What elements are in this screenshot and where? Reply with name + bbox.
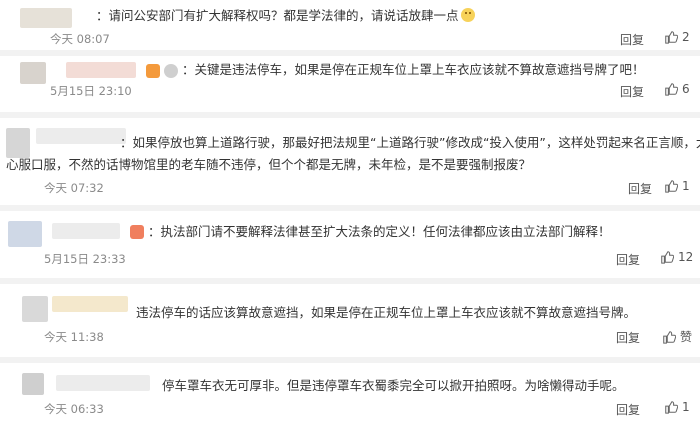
- medal-icon: [164, 64, 178, 78]
- comment-time: 今天 11:38: [44, 330, 104, 344]
- pen-icon: [146, 64, 160, 78]
- thumbs-up-icon: [663, 330, 676, 344]
- reply-button[interactable]: 回复: [620, 83, 644, 100]
- like-button[interactable]: 12: [660, 250, 693, 264]
- like-button[interactable]: 1: [664, 179, 690, 193]
- comment-text: ：如果停放也算上道路行驶，那最好把法规里“上道路行驶”修改成“投入使用”，这样处…: [120, 135, 700, 150]
- like-count: 1: [682, 179, 690, 193]
- comment-item: 停车罩车衣无可厚非。但是违停罩车衣蜀黍完全可以掀开拍照呀。为啥懒得动手呢。 今天…: [0, 363, 700, 423]
- like-count: 赞: [680, 330, 693, 344]
- comment-item: ：关键是违法停车，如果是停在正规车位上罩上车衣应该就不算故意遮挡号牌了吧！ 5月…: [0, 56, 700, 106]
- avatar[interactable]: [20, 62, 46, 84]
- avatar[interactable]: [20, 8, 72, 28]
- reply-button[interactable]: 回复: [616, 251, 640, 268]
- nickname: [52, 223, 120, 239]
- like-button[interactable]: 1: [664, 400, 690, 414]
- comment-time: 5月15日 23:33: [44, 252, 126, 266]
- like-count: 12: [678, 250, 694, 264]
- comment-text: ：关键是违法停车，如果是停在正规车位上罩上车衣应该就不算故意遮挡号牌了吧！: [182, 62, 645, 77]
- reply-button[interactable]: 回复: [616, 401, 640, 418]
- like-button[interactable]: 6: [664, 82, 690, 96]
- comment-time: 5月15日 23:10: [50, 84, 132, 98]
- pen-icon: [130, 225, 144, 239]
- thumbs-up-icon: [665, 401, 678, 414]
- reply-button[interactable]: 回复: [620, 31, 644, 48]
- comment-text: 停车罩车衣无可厚非。但是违停罩车衣蜀黍完全可以掀开拍照呀。为啥懒得动手呢。: [162, 378, 625, 393]
- comment-item: ：请问公安部门有扩大解释权吗？都是学法律的，请说话放肆一点 今天 08:07 回…: [0, 0, 700, 50]
- nickname: [36, 128, 126, 144]
- reply-button[interactable]: 回复: [628, 180, 652, 197]
- thumbs-up-icon: [661, 251, 674, 264]
- comment-item: ：执法部门请不要解释法律甚至扩大法条的定义！任何法律都应该由立法部门解释！ 5月…: [0, 211, 700, 271]
- avatar[interactable]: [22, 373, 44, 395]
- avatar[interactable]: [8, 221, 42, 247]
- like-count: 6: [682, 82, 690, 96]
- like-button[interactable]: 2: [664, 30, 690, 44]
- like-count: 1: [682, 400, 690, 414]
- comment-time: 今天 08:07: [50, 32, 110, 46]
- comment-time: 今天 06:33: [44, 402, 104, 416]
- like-button[interactable]: 赞: [662, 328, 692, 345]
- nickname: [56, 375, 150, 391]
- comment-time: 今天 07:32: [44, 181, 104, 195]
- smile-emoji-icon: [460, 8, 475, 22]
- comment-item: ：如果停放也算上道路行驶，那最好把法规里“上道路行驶”修改成“投入使用”，这样处…: [0, 118, 700, 198]
- comment-text: 心服口服，不然的话博物馆里的老车随不违停，但个个都是无牌，未年检，是不是要强制报…: [6, 157, 532, 172]
- comment-item: 违法停车的话应该算故意遮挡，如果是停在正规车位上罩上车衣应该就不算故意遮挡号牌。…: [0, 284, 700, 350]
- thumbs-up-icon: [665, 83, 678, 96]
- comment-text: 违法停车的话应该算故意遮挡，如果是停在正规车位上罩上车衣应该就不算故意遮挡号牌。: [136, 305, 637, 320]
- avatar[interactable]: [22, 296, 48, 322]
- nickname: [52, 296, 128, 312]
- thumbs-up-icon: [665, 31, 678, 44]
- comment-text: ：请问公安部门有扩大解释权吗？都是学法律的，请说话放肆一点: [96, 5, 475, 27]
- reply-button[interactable]: 回复: [616, 329, 640, 346]
- like-count: 2: [682, 30, 690, 44]
- nickname: [66, 62, 136, 78]
- thumbs-up-icon: [665, 180, 678, 193]
- comment-text: ：执法部门请不要解释法律甚至扩大法条的定义！任何法律都应该由立法部门解释！: [148, 224, 611, 239]
